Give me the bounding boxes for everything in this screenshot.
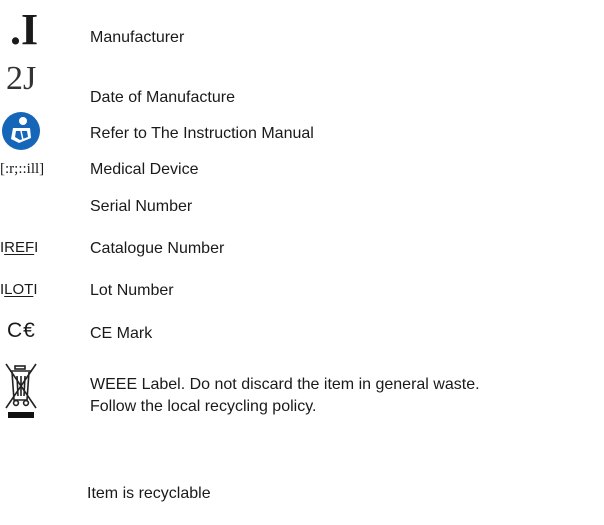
manufacturer-glyph: .I	[10, 5, 39, 54]
legend-row-ce: C€ CE Mark	[0, 320, 604, 352]
legend-row-manufacturer: .I Manufacturer	[0, 8, 604, 60]
weee-label: WEEE Label. Do not discard the item in g…	[90, 374, 590, 418]
serial-label: Serial Number	[90, 198, 193, 215]
ref-label: Catalogue Number	[90, 240, 225, 257]
manufacturer-label: Manufacturer	[90, 29, 185, 46]
legend-row-medical-device: [:r;::ill] Medical Device	[0, 160, 604, 190]
weee-label-line2: Follow the local recycling policy.	[90, 398, 317, 415]
legend-row-weee: WEEE Label. Do not discard the item in g…	[0, 362, 604, 432]
date-glyph: 2J	[6, 60, 37, 97]
lot-glyph: LOT	[4, 281, 34, 298]
legend-row-serial: Serial Number	[0, 197, 604, 227]
legend-row-manual: Refer to The Instruction Manual	[0, 110, 604, 158]
legend-row-date: 2J Date of Manufacture	[0, 60, 604, 112]
recyclable-label: Item is recyclable	[87, 485, 211, 502]
ce-label: CE Mark	[90, 325, 153, 342]
date-label: Date of Manufacture	[90, 89, 235, 106]
legend-row-recyclable: Item is recyclable	[0, 476, 604, 506]
medical-device-label: Medical Device	[90, 161, 199, 178]
lot-label: Lot Number	[90, 282, 174, 299]
weee-label-line1: WEEE Label. Do not discard the item in g…	[90, 376, 480, 393]
ce-mark-glyph: C€	[7, 319, 36, 342]
legend-row-lot: ILOTI Lot Number	[0, 281, 174, 299]
legend-row-ref: IREFI Catalogue Number	[0, 239, 225, 257]
ref-glyph: REF	[4, 239, 35, 256]
manual-label: Refer to The Instruction Manual	[90, 125, 314, 142]
medical-device-glyph: [:r;::ill]	[0, 161, 45, 177]
